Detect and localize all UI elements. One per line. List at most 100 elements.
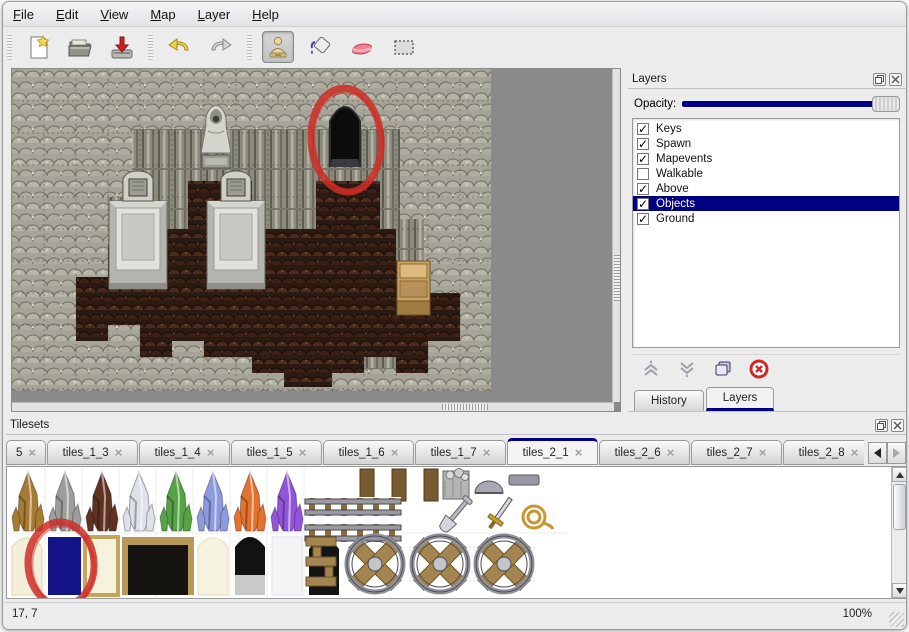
close-panel-button[interactable] bbox=[889, 73, 902, 86]
close-tab-icon[interactable]: × bbox=[575, 448, 583, 458]
duplicate-icon bbox=[713, 359, 733, 379]
close-tab-icon[interactable]: × bbox=[483, 448, 491, 458]
opacity-slider[interactable] bbox=[682, 96, 900, 112]
layer-row-above[interactable]: ✓Above bbox=[633, 181, 899, 196]
layer-checkbox[interactable]: ✓ bbox=[637, 153, 649, 165]
layer-list[interactable]: ✓Keys ✓Spawn ✓Mapevents Walkable ✓Above … bbox=[632, 118, 900, 348]
menu-help[interactable]: Help bbox=[252, 7, 279, 22]
close-tab-icon[interactable]: × bbox=[391, 448, 399, 458]
stamp-tool-button[interactable] bbox=[262, 31, 294, 63]
scrollbar-thumb[interactable] bbox=[442, 404, 488, 410]
menu-edit[interactable]: Edit bbox=[56, 7, 78, 22]
triangle-up-icon bbox=[896, 472, 904, 478]
tileset-canvas-area[interactable] bbox=[6, 466, 907, 599]
stamp-tool-icon bbox=[264, 33, 292, 61]
move-layer-up-button[interactable] bbox=[640, 358, 662, 380]
layer-checkbox[interactable]: ✓ bbox=[637, 198, 649, 210]
close-tab-icon[interactable]: × bbox=[207, 448, 215, 458]
delete-layer-button[interactable] bbox=[748, 358, 770, 380]
close-tab-icon[interactable]: × bbox=[759, 448, 767, 458]
tile-navy-door[interactable] bbox=[48, 537, 81, 595]
save-button[interactable] bbox=[106, 31, 138, 63]
tileset-tab-selected[interactable]: tiles_2_1 × bbox=[507, 438, 598, 465]
tileset-tab[interactable]: tiles_1_3× bbox=[47, 440, 138, 465]
tab-history[interactable]: History bbox=[634, 390, 704, 411]
map-vertical-scrollbar[interactable] bbox=[612, 69, 620, 402]
tile-white[interactable] bbox=[272, 537, 302, 595]
toolbar-handle[interactable] bbox=[7, 34, 12, 60]
menu-view[interactable]: View bbox=[100, 7, 128, 22]
save-icon bbox=[108, 33, 136, 61]
layer-row-mapevents[interactable]: ✓Mapevents bbox=[633, 151, 899, 166]
scrollbar-thumb[interactable] bbox=[614, 255, 620, 301]
map-view[interactable] bbox=[11, 68, 621, 412]
tileset-tab[interactable]: tiles_1_4 × bbox=[139, 440, 230, 465]
scroll-down-button[interactable] bbox=[892, 583, 907, 598]
opacity-row: Opacity: bbox=[628, 94, 906, 114]
opacity-slider-track[interactable] bbox=[682, 101, 894, 107]
eraser-icon bbox=[348, 33, 376, 61]
layer-checkbox[interactable] bbox=[637, 168, 649, 180]
open-button[interactable] bbox=[64, 31, 96, 63]
tab-layers[interactable]: Layers bbox=[706, 387, 775, 411]
close-tab-icon[interactable]: × bbox=[115, 448, 123, 458]
close-tab-icon[interactable]: × bbox=[667, 448, 675, 458]
opacity-slider-handle[interactable] bbox=[872, 96, 900, 112]
fill-bucket-icon bbox=[306, 33, 334, 61]
tile-dark-doorway[interactable] bbox=[122, 537, 194, 595]
tab-label: tiles_2_1 bbox=[523, 447, 569, 459]
tab-label: tiles_1_5 bbox=[247, 447, 293, 459]
menu-file[interactable]: File bbox=[13, 7, 34, 22]
tileset-tab[interactable]: tiles_2_8× bbox=[783, 440, 864, 465]
tileset-tab[interactable]: tiles_1_5 × bbox=[231, 440, 322, 465]
tileset-tab[interactable]: tiles_2_6× bbox=[599, 440, 690, 465]
tileset-tab[interactable]: tiles_2_7× bbox=[691, 440, 782, 465]
layer-row-spawn[interactable]: ✓ Spawn bbox=[633, 136, 899, 151]
map-horizontal-scrollbar[interactable] bbox=[12, 402, 614, 411]
scroll-up-button[interactable] bbox=[892, 467, 907, 482]
tileset-tab[interactable]: 5× bbox=[6, 440, 46, 465]
layers-panel-title: Layers bbox=[632, 73, 667, 85]
float-panel-button[interactable] bbox=[873, 73, 886, 86]
select-tool-button[interactable] bbox=[388, 31, 420, 63]
float-icon bbox=[877, 421, 886, 430]
float-panel-button[interactable] bbox=[875, 419, 888, 432]
undo-button[interactable] bbox=[163, 31, 195, 63]
close-panel-button[interactable] bbox=[891, 419, 904, 432]
move-layer-down-button[interactable] bbox=[676, 358, 698, 380]
layer-row-walkable[interactable]: Walkable bbox=[633, 166, 899, 181]
tab-label: tiles_1_4 bbox=[155, 447, 201, 459]
menu-layer[interactable]: Layer bbox=[198, 7, 231, 22]
new-map-button[interactable] bbox=[22, 31, 54, 63]
close-tab-icon[interactable]: × bbox=[299, 448, 307, 458]
close-tab-icon[interactable]: × bbox=[851, 448, 859, 458]
tileset-canvas[interactable] bbox=[7, 467, 891, 598]
layer-row-objects[interactable]: ✓ Objects bbox=[633, 196, 899, 211]
layer-checkbox[interactable]: ✓ bbox=[637, 213, 649, 225]
redo-button[interactable] bbox=[205, 31, 237, 63]
status-bar: 17, 7 100% bbox=[3, 602, 906, 630]
tileset-tab[interactable]: tiles_1_7× bbox=[415, 440, 506, 465]
tile-black-arch[interactable] bbox=[235, 537, 265, 595]
chevron-down-icon bbox=[677, 359, 697, 379]
layer-row-keys[interactable]: ✓Keys bbox=[633, 121, 899, 136]
fill-tool-button[interactable] bbox=[304, 31, 336, 63]
resize-grip[interactable] bbox=[889, 612, 904, 627]
scroll-tabs-left-button[interactable] bbox=[868, 442, 887, 464]
eraser-tool-button[interactable] bbox=[346, 31, 378, 63]
layer-checkbox[interactable]: ✓ bbox=[637, 183, 649, 195]
scroll-tabs-right-button[interactable] bbox=[887, 442, 906, 464]
duplicate-layer-button[interactable] bbox=[712, 358, 734, 380]
menu-map[interactable]: Map bbox=[150, 7, 175, 22]
tileset-vertical-scrollbar[interactable] bbox=[891, 467, 907, 598]
tileset-tab[interactable]: tiles_1_6× bbox=[323, 440, 414, 465]
close-tab-icon[interactable]: × bbox=[28, 448, 36, 458]
layer-checkbox[interactable]: ✓ bbox=[637, 138, 649, 150]
map-canvas[interactable] bbox=[12, 69, 614, 403]
layer-name: Objects bbox=[656, 198, 695, 210]
layer-row-ground[interactable]: ✓Ground bbox=[633, 211, 899, 226]
layer-checkbox[interactable]: ✓ bbox=[637, 123, 649, 135]
layer-name: Spawn bbox=[656, 138, 691, 150]
scrollbar-thumb[interactable] bbox=[893, 484, 906, 530]
tile-arch-pale[interactable] bbox=[198, 538, 228, 595]
